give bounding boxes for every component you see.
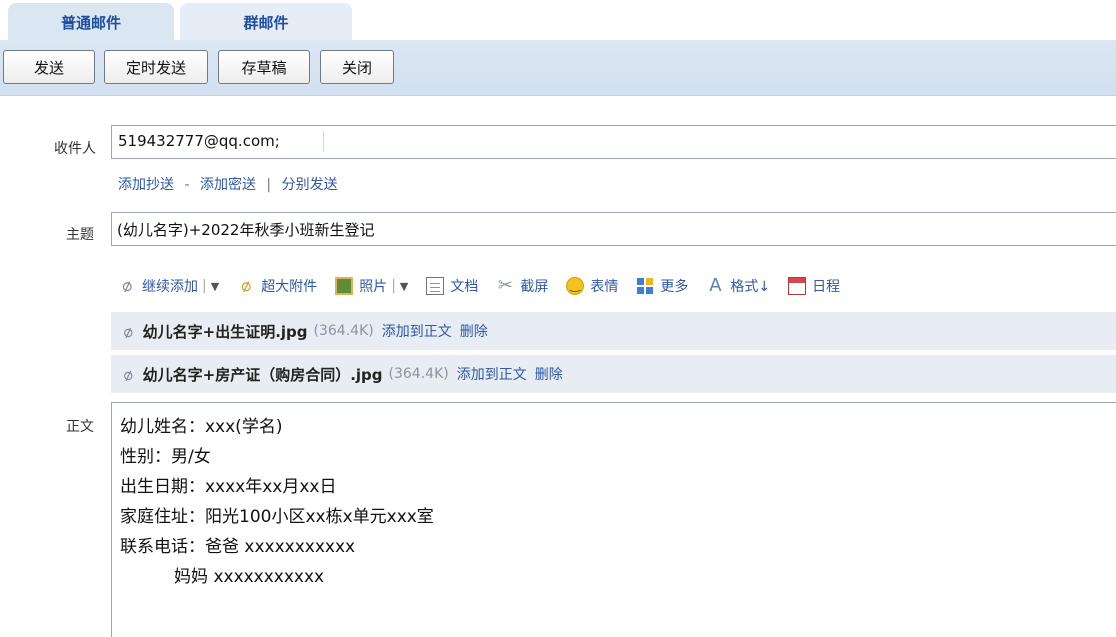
attachment-filename: 幼儿名字+出生证明.jpg [142,322,308,341]
screenshot-label: 截屏 [520,279,549,295]
photo-icon [335,277,354,295]
add-bcc-link[interactable]: 添加密送 [200,177,256,193]
attachment-filename: 幼儿名字+房产证（购房合同）.jpg [142,365,383,384]
recipient-divider [323,131,324,151]
attachment-size: (364.4K) [313,323,374,339]
document-button[interactable]: 文档 [426,276,478,296]
grid-icon [636,277,654,295]
timed-send-button[interactable]: 定时发送 [104,50,208,84]
document-label: 文档 [450,279,479,295]
add-cc-link[interactable]: 添加抄送 [118,177,174,193]
cc-links: 添加抄送 - 添加密送 | 分别发送 [118,174,338,194]
photo-label: 照片 [359,279,388,295]
continue-add-button[interactable]: ⌀ 继续添加 | ▼ [118,274,219,298]
divider: | [202,278,207,294]
gold-paperclip-icon: ⌀ [237,274,255,298]
document-icon [426,277,445,295]
compose-toolbar: 发送 定时发送 存草稿 关闭 [0,40,1116,96]
body-content[interactable]: 幼儿姓名：xxx(学名) 性别：男/女 出生日期：xxxx年xx月xx日 家庭住… [120,412,434,592]
smiley-icon [566,277,585,295]
insert-into-body-link[interactable]: 添加到正文 [382,321,452,341]
cc-dash-separator: - [184,177,190,193]
emoji-label: 表情 [590,279,619,295]
insert-into-body-link[interactable]: 添加到正文 [457,364,527,384]
tab-normal-mail[interactable]: 普通邮件 [8,3,174,41]
chevron-down-icon[interactable]: ▼ [211,280,219,293]
subject-label: 主题 [66,227,94,243]
tab-group-mail[interactable]: 群邮件 [180,3,352,41]
attachment-toolbar: ⌀ 继续添加 | ▼ ⌀ 超大附件 照片 | ▼ 文档 ✂ 截屏 表情 更多 A… [118,274,858,298]
attachment-row: ⌀ 幼儿名字+出生证明.jpg (364.4K) 添加到正文 删除 [111,312,1116,350]
save-draft-button[interactable]: 存草稿 [218,50,310,84]
format-button[interactable]: A 格式↓ [706,276,770,296]
separate-send-link[interactable]: 分别发送 [282,177,338,193]
cc-bar-separator: | [266,177,272,193]
format-label: 格式↓ [730,279,771,295]
more-button[interactable]: 更多 [636,276,688,296]
screenshot-button[interactable]: ✂ 截屏 [496,275,549,296]
chevron-down-icon[interactable]: ▼ [400,280,408,293]
large-attachment-label: 超大附件 [261,279,318,295]
recipient-value[interactable]: 519432777@qq.com; [118,132,280,150]
large-attachment-button[interactable]: ⌀ 超大附件 [237,274,318,298]
schedule-label: 日程 [812,279,841,295]
schedule-button[interactable]: 日程 [788,276,840,296]
text-format-icon: A [709,275,722,296]
calendar-icon [788,277,807,295]
delete-attachment-link[interactable]: 删除 [460,321,488,341]
attachment-row: ⌀ 幼儿名字+房产证（购房合同）.jpg (364.4K) 添加到正文 删除 [111,355,1116,393]
body-label: 正文 [66,419,94,435]
tab-bar: 普通邮件 群邮件 [0,0,1116,41]
emoji-button[interactable]: 表情 [566,276,618,296]
close-button[interactable]: 关闭 [320,50,394,84]
photo-button[interactable]: 照片 | ▼ [335,276,408,296]
divider: | [391,278,396,294]
paperclip-icon: ⌀ [120,320,136,342]
paperclip-icon: ⌀ [118,274,136,298]
send-button[interactable]: 发送 [3,50,95,84]
attachment-size: (364.4K) [388,366,449,382]
scissors-icon: ✂ [497,275,513,296]
continue-add-label: 继续添加 [142,279,198,295]
delete-attachment-link[interactable]: 删除 [535,364,563,384]
more-label: 更多 [660,279,689,295]
recipient-label: 收件人 [54,141,96,157]
paperclip-icon: ⌀ [120,363,136,385]
subject-value[interactable]: (幼儿名字)+2022年秋季小班新生登记 [117,219,374,240]
